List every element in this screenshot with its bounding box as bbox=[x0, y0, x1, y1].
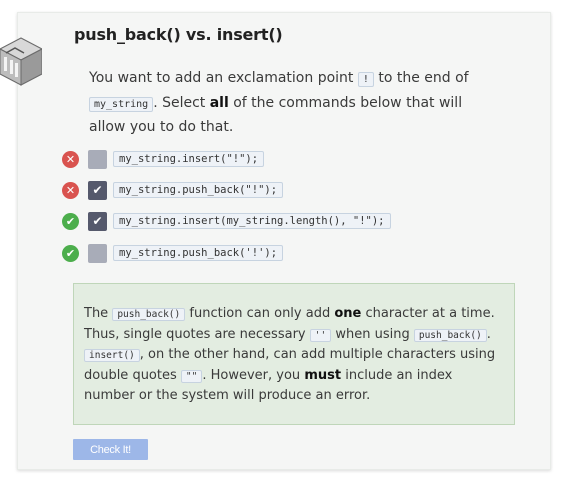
x-icon: ✕ bbox=[62, 181, 79, 199]
answer-option[interactable]: ✕ ✔ my_string.push_back("!"); bbox=[62, 180, 284, 200]
option-code: my_string.insert(my_string.length(), "!"… bbox=[113, 213, 391, 229]
prompt-text: You want to add an exclamation point bbox=[89, 70, 354, 86]
feedback-text: when using bbox=[335, 326, 410, 342]
question-prompt: You want to add an exclamation point ! t… bbox=[89, 67, 489, 139]
inline-code: "" bbox=[180, 369, 203, 383]
check-it-button[interactable]: Check It! bbox=[73, 439, 148, 460]
check-icon: ✔ bbox=[62, 244, 79, 262]
page-title: push_back() vs. insert() bbox=[74, 25, 283, 44]
feedback-panel: The push_back() function can only add on… bbox=[73, 283, 515, 425]
x-icon: ✕ bbox=[62, 150, 79, 168]
answer-option[interactable]: ✔ ✔ my_string.insert(my_string.length(),… bbox=[62, 211, 391, 231]
inline-code: '' bbox=[309, 328, 332, 342]
check-icon: ✔ bbox=[62, 212, 79, 230]
feedback-text: . bbox=[486, 326, 491, 342]
answer-option[interactable]: ✔ my_string.push_back('!'); bbox=[62, 243, 284, 263]
checkbox[interactable] bbox=[88, 149, 107, 169]
inline-code: my_string bbox=[89, 96, 154, 112]
checkbox[interactable] bbox=[88, 243, 107, 263]
inline-code: push_back() bbox=[413, 328, 487, 342]
codio-cube-logo bbox=[0, 37, 42, 86]
feedback-emphasis: one bbox=[334, 306, 362, 321]
feedback-text: function can only add bbox=[189, 306, 331, 321]
option-code: my_string.insert("!"); bbox=[113, 151, 265, 167]
checkbox[interactable]: ✔ bbox=[88, 180, 107, 200]
prompt-text: . Select bbox=[153, 94, 206, 111]
checkbox[interactable]: ✔ bbox=[88, 211, 107, 231]
prompt-emphasis: all bbox=[209, 94, 229, 111]
inline-code: push_back() bbox=[112, 308, 186, 321]
option-code: my_string.push_back('!'); bbox=[113, 245, 284, 261]
feedback-emphasis: must bbox=[304, 367, 342, 383]
option-code: my_string.push_back("!"); bbox=[113, 182, 284, 198]
feedback-text: . However, you bbox=[202, 367, 301, 383]
inline-code: insert() bbox=[84, 349, 140, 362]
answer-option[interactable]: ✕ my_string.insert("!"); bbox=[62, 149, 265, 169]
feedback-text: The bbox=[84, 306, 109, 321]
prompt-text: to the end of bbox=[378, 70, 469, 86]
inline-code: ! bbox=[357, 72, 374, 87]
